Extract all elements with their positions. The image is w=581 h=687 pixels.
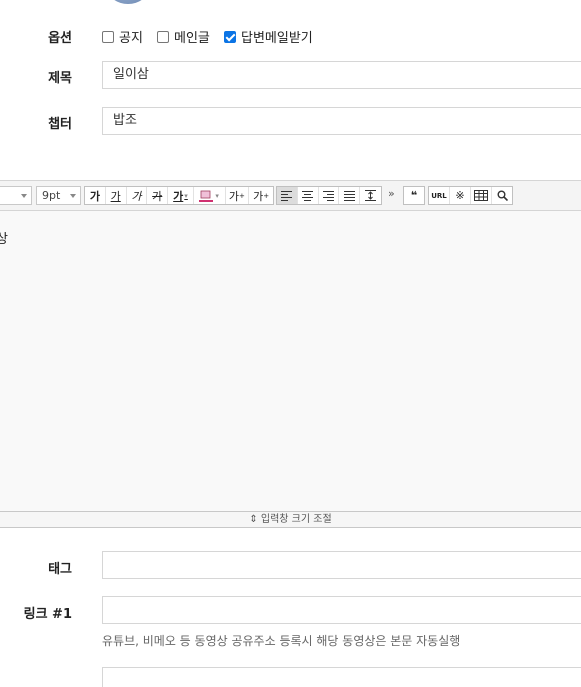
reply-email-checkbox[interactable]: 답변메일받기	[224, 27, 313, 46]
align-center-icon	[302, 190, 314, 201]
quote-group: ❝	[403, 186, 425, 205]
align-center-button[interactable]	[298, 187, 319, 204]
special-char-button[interactable]: ※	[450, 187, 471, 204]
more-tools-button[interactable]: »	[388, 187, 395, 200]
options-label: 옵션	[48, 31, 72, 46]
editor-toolbar: 9pt 가 가 가 가 가 ▾ ▾ 가 + 가 + » ❝ URL ※	[0, 181, 581, 211]
table-button[interactable]	[471, 187, 492, 204]
notice-checkbox[interactable]: 공지	[102, 27, 143, 46]
special-char-icon: ※	[455, 189, 465, 202]
align-left-button[interactable]	[277, 187, 298, 204]
quote-icon: ❝	[410, 189, 418, 202]
chevron-down-icon	[70, 194, 76, 198]
font-family-select[interactable]	[0, 186, 32, 205]
line-height-icon	[365, 190, 377, 201]
quote-button[interactable]: ❝	[404, 187, 424, 204]
italic-button[interactable]: 가	[127, 187, 148, 204]
text-format-group: 가 가 가 가 가 ▾ ▾ 가 + 가 +	[84, 186, 274, 205]
align-left-icon	[281, 190, 293, 201]
align-right-icon	[322, 190, 334, 201]
superscript-button[interactable]: 가 +	[226, 187, 250, 204]
main-post-checkbox-label: 메인글	[174, 31, 210, 46]
insert-group: URL ※	[428, 186, 513, 205]
align-justify-button[interactable]	[339, 187, 361, 204]
italic-glyph: 가	[131, 189, 142, 203]
url-link-button[interactable]: URL	[429, 187, 450, 204]
reply-email-checkbox-label: 답변메일받기	[241, 31, 313, 46]
title-input[interactable]: 일이삼	[102, 61, 581, 89]
bold-glyph: 가	[89, 189, 100, 203]
avatar	[108, 0, 148, 4]
editor-content-area[interactable]: 상	[0, 211, 581, 511]
main-post-checkbox[interactable]: 메인글	[157, 27, 210, 46]
url-icon: URL	[431, 191, 447, 200]
link-label: 링크 #1	[23, 607, 72, 622]
editor-text: 상	[0, 232, 8, 247]
underline-glyph: 가	[110, 189, 121, 203]
chevron-down-icon: ▾	[215, 191, 219, 200]
font-size-select[interactable]: 9pt	[36, 186, 81, 205]
chevron-down-icon	[21, 194, 27, 198]
underline-button[interactable]: 가	[106, 187, 127, 204]
bold-button[interactable]: 가	[85, 187, 106, 204]
next-input[interactable]	[102, 667, 581, 687]
link-hint: 유튜브, 비메오 등 동영상 공유주소 등록시 해당 동영상은 본문 자동실행	[102, 634, 461, 648]
table-icon	[474, 190, 488, 201]
line-height-button[interactable]	[360, 187, 381, 204]
highlight-color-button[interactable]: ▾	[194, 187, 226, 204]
notice-checkbox-label: 공지	[119, 31, 143, 46]
subscript-button[interactable]: 가 +	[249, 187, 273, 204]
notice-checkbox-box[interactable]	[102, 30, 114, 43]
resize-handle[interactable]: ⇕ 입력창 크기 조절	[0, 511, 581, 528]
find-button[interactable]	[492, 187, 512, 204]
strikethrough-button[interactable]: 가	[147, 187, 169, 204]
tag-label: 태그	[48, 562, 72, 577]
search-icon	[497, 190, 508, 201]
subscript-glyph: 가	[253, 189, 264, 203]
highlighter-icon	[199, 190, 214, 202]
main-post-checkbox-box[interactable]	[157, 30, 169, 43]
font-size-value: 9pt	[42, 189, 61, 202]
chevron-down-icon: ▾	[184, 191, 188, 200]
reply-email-checkbox-box[interactable]	[224, 30, 236, 43]
font-color-button[interactable]: 가 ▾	[168, 187, 194, 204]
font-color-glyph: 가	[173, 189, 184, 203]
alignment-group	[276, 186, 382, 205]
align-justify-icon	[343, 190, 355, 201]
title-label: 제목	[48, 71, 72, 86]
superscript-glyph: 가	[228, 189, 240, 203]
chapter-label: 챕터	[48, 117, 72, 132]
align-right-button[interactable]	[319, 187, 340, 204]
superscript-mark: +	[239, 191, 245, 200]
subscript-mark: +	[263, 191, 270, 200]
link-input[interactable]	[102, 596, 581, 624]
chapter-input[interactable]: 밥조	[102, 107, 581, 135]
strikethrough-glyph: 가	[152, 189, 163, 203]
tag-input[interactable]	[102, 551, 581, 579]
